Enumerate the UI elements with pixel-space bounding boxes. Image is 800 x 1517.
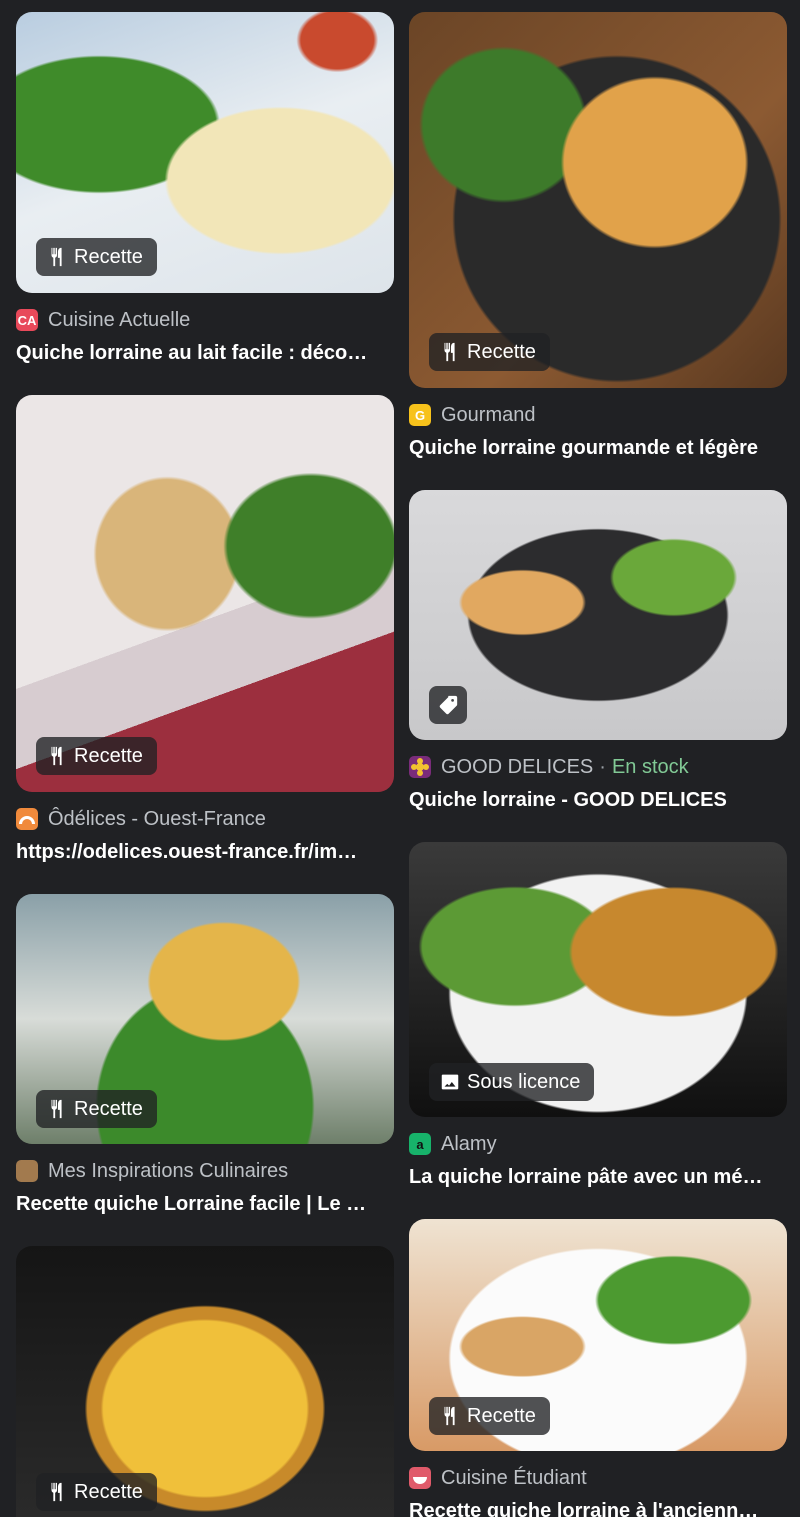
result-title[interactable]: Quiche lorraine gourmande et légère [409,434,787,462]
source-name: GOOD DELICES [441,755,594,778]
fork-knife-icon [51,247,62,267]
site-favicon [16,808,38,830]
badge-label: Recette [74,1480,143,1503]
result-card[interactable]: Recette Mes Inspirations Culinaires Rece… [16,894,394,1218]
site-favicon: CA [16,309,38,331]
badge-label: Recette [74,744,143,767]
result-card[interactable]: GOOD DELICES · En stock Quiche lorraine … [409,490,787,814]
badge-label: Recette [467,340,536,363]
bowl-icon [413,1477,427,1484]
result-image[interactable]: Sous licence [409,842,787,1117]
site-favicon [16,1160,38,1182]
license-badge: Sous licence [429,1063,595,1101]
site-favicon [409,1467,431,1489]
result-title[interactable]: https://odelices.ouest-france.fr/im… [16,838,394,866]
source-name: Gourmand [441,403,536,426]
recipe-badge: Recette [429,1397,550,1435]
shopping-badge [429,686,467,724]
fork-knife-icon [51,1482,62,1502]
result-image[interactable]: Recette [16,12,394,293]
site-favicon: a [409,1133,431,1155]
result-card[interactable]: Recette G Gourmand Quiche lorraine gourm… [409,12,787,462]
recipe-badge: Recette [36,1473,157,1511]
recipe-badge: Recette [36,1090,157,1128]
fork-knife-icon [51,1099,62,1119]
badge-label: Recette [74,245,143,268]
source-name: Mes Inspirations Culinaires [48,1159,289,1182]
result-card[interactable]: Recette Ôdélices - Ouest-France https://… [16,395,394,866]
result-card[interactable]: Sous licence a Alamy La quiche lorraine … [409,842,787,1191]
flower-icon [411,758,429,776]
result-image[interactable]: Recette [409,1219,787,1451]
source-row[interactable]: CA Cuisine Actuelle [16,307,394,333]
badge-label: Sous licence [467,1070,581,1093]
image-icon [441,1074,459,1090]
source-row[interactable]: Cuisine Étudiant [409,1465,787,1491]
site-favicon: G [409,404,431,426]
tag-icon [439,695,458,715]
source-row[interactable]: G Gourmand [409,402,787,428]
source-row[interactable]: a Alamy [409,1131,787,1157]
fork-knife-icon [51,746,62,766]
result-card[interactable]: Recette Cuisine Étudiant Recette quiche … [409,1219,787,1517]
recipe-badge: Recette [36,238,157,276]
source-row[interactable]: Ôdélices - Ouest-France [16,806,394,832]
badge-label: Recette [74,1097,143,1120]
arch-icon [19,816,35,824]
result-card[interactable]: Recette CA Cuisine Actuelle Quiche lorra… [16,12,394,367]
source-name: Ôdélices - Ouest-France [48,807,266,830]
result-title[interactable]: Recette quiche lorraine à l'ancienn… [409,1497,787,1517]
result-image[interactable]: Recette [16,894,394,1144]
site-favicon [409,756,431,778]
result-card[interactable]: Recette [16,1246,394,1517]
badge-label: Recette [467,1404,536,1427]
result-title[interactable]: Quiche lorraine - GOOD DELICES [409,786,787,814]
source-row[interactable]: Mes Inspirations Culinaires [16,1158,394,1184]
recipe-badge: Recette [36,737,157,775]
result-title[interactable]: Recette quiche Lorraine facile | Le … [16,1190,394,1218]
stock-status: En stock [611,755,689,778]
result-image[interactable]: Recette [16,395,394,792]
result-image[interactable]: Recette [16,1246,394,1517]
source-name: Alamy [441,1132,497,1155]
source-name: Cuisine Actuelle [48,308,191,331]
source-row[interactable]: GOOD DELICES · En stock [409,754,787,780]
fork-knife-icon [444,342,455,362]
source-name: Cuisine Étudiant [441,1466,587,1489]
recipe-badge: Recette [429,333,550,371]
result-image[interactable]: Recette [409,12,787,388]
separator: · [599,755,606,778]
result-image[interactable] [409,490,787,740]
result-title[interactable]: La quiche lorraine pâte avec un mé… [409,1163,787,1191]
result-title[interactable]: Quiche lorraine au lait facile : déco… [16,339,394,367]
fork-knife-icon [444,1406,455,1426]
